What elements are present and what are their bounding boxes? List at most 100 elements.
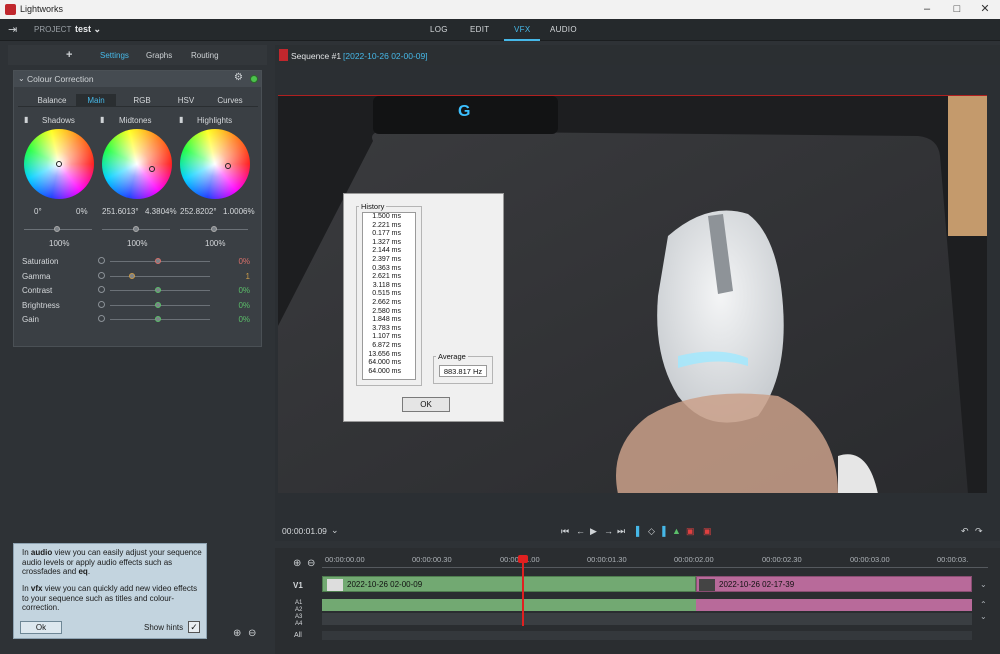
ruler-tick: 00:00:03.00	[850, 555, 890, 564]
subtab-hsv[interactable]: HSV	[168, 94, 204, 107]
timeline-ruler[interactable]: 00:00:00.00 00:00:00.30 00:00:01.00 00:0…	[322, 552, 988, 568]
video-clip[interactable]: 2022-10-26 02-17-39	[696, 576, 972, 592]
timecode-chevron-icon[interactable]: ⌄	[331, 525, 339, 536]
shadows-amount: 0%	[76, 207, 88, 216]
mark-clear-icon[interactable]: ◇	[648, 526, 655, 537]
ruler-tick: 00:00:00.30	[412, 555, 452, 564]
highlights-wheel-handle[interactable]	[225, 163, 231, 169]
track-label-a3: A3	[295, 614, 303, 620]
maximize-icon[interactable]: □	[942, 2, 972, 17]
audio-track-empty	[322, 613, 972, 625]
effect-enabled-toggle[interactable]	[250, 75, 258, 83]
viewer-header: Sequence #1 [2022-10-26 02-00-09]	[275, 45, 1000, 65]
shadows-level: 100%	[49, 239, 70, 248]
hint-vfx-text: In vfx view you can quickly add new vide…	[22, 584, 198, 612]
step-back-icon[interactable]: ←	[576, 526, 585, 536]
playhead[interactable]	[522, 555, 524, 626]
track-label-all[interactable]: All	[294, 632, 302, 639]
all-track-bar[interactable]	[322, 631, 972, 640]
tab-routing[interactable]: Routing	[191, 51, 219, 60]
mark-clip-icon[interactable]: ▲	[672, 526, 681, 536]
subtab-curves[interactable]: Curves	[210, 94, 250, 107]
add-effect-button[interactable]: +	[66, 49, 72, 61]
go-to-start-icon[interactable]: ⏮	[561, 526, 569, 537]
replace-icon[interactable]: ▣	[703, 526, 712, 537]
wheel-label-midtones: Midtones	[119, 116, 152, 125]
clip-label: 2022-10-26 02-00-09	[347, 580, 423, 589]
history-list[interactable]: 1.500 ms 2.221 ms 0.177 ms 1.327 ms 2.144 ms…	[362, 212, 416, 380]
audio-track-labels[interactable]: A1 A2 A3 A4	[295, 600, 302, 628]
mark-out-icon[interactable]: ▐	[659, 526, 665, 536]
tab-settings[interactable]: Settings	[100, 51, 129, 60]
ruler-tick: 00:00:02.00	[674, 555, 714, 564]
audio-clip[interactable]	[322, 599, 696, 611]
timeline-zoom-out-icon[interactable]: ⊖	[307, 558, 315, 569]
param-label-brightness: Brightness	[22, 301, 60, 310]
midtones-color-wheel[interactable]	[102, 129, 172, 199]
reset-icon[interactable]	[98, 286, 105, 293]
go-to-end-icon[interactable]: ⏭	[617, 526, 625, 537]
playhead-handle[interactable]	[518, 555, 528, 563]
reset-icon[interactable]	[98, 257, 105, 264]
midtones-wheel-handle[interactable]	[149, 166, 155, 172]
step-forward-icon[interactable]: →	[604, 526, 613, 536]
undo-icon[interactable]: ↶	[961, 526, 969, 537]
subtab-main[interactable]: Main	[76, 94, 116, 107]
minimize-icon[interactable]: –	[912, 2, 942, 17]
current-timecode[interactable]: 00:00:01.09	[282, 526, 327, 536]
shadows-level-slider[interactable]	[54, 226, 60, 232]
shadows-color-wheel[interactable]	[24, 129, 94, 199]
track-label-v1[interactable]: V1	[293, 581, 303, 590]
midtones-level: 100%	[127, 239, 148, 248]
subtab-rgb[interactable]: RGB	[124, 94, 160, 107]
midtones-level-slider[interactable]	[133, 226, 139, 232]
tab-vfx[interactable]: VFX	[514, 25, 530, 34]
contrast-slider[interactable]	[155, 287, 161, 293]
param-label-gain: Gain	[22, 315, 39, 324]
clip-thumbnail-icon	[699, 579, 715, 591]
reset-icon[interactable]	[98, 272, 105, 279]
gain-slider[interactable]	[155, 316, 161, 322]
highlights-level-slider[interactable]	[211, 226, 217, 232]
close-icon[interactable]: ✕	[970, 2, 1000, 17]
tab-audio[interactable]: AUDIO	[550, 25, 577, 34]
zoom-out-icon[interactable]: ⊖	[248, 628, 256, 639]
mark-in-icon[interactable]: ▌	[636, 526, 642, 536]
insert-icon[interactable]: ▣	[686, 526, 695, 537]
play-icon[interactable]: ▶	[590, 526, 597, 537]
subtab-balance[interactable]: Balance	[32, 94, 72, 107]
redo-icon[interactable]: ↷	[975, 526, 983, 537]
tab-log[interactable]: LOG	[430, 25, 448, 34]
gamma-slider[interactable]	[129, 273, 135, 279]
history-label: History	[359, 202, 387, 211]
brightness-slider[interactable]	[155, 302, 161, 308]
hint-ok-button[interactable]: Ok	[20, 621, 62, 634]
history-entry: 1.327 ms	[372, 238, 401, 246]
highlights-color-wheel[interactable]	[180, 129, 250, 199]
audio-clip[interactable]	[696, 599, 972, 611]
highlights-angle: 252.8202°	[180, 207, 217, 216]
gear-icon[interactable]: ⚙	[234, 72, 243, 83]
collapse-chevron-icon[interactable]: ⌄	[18, 74, 25, 83]
reset-icon[interactable]	[98, 301, 105, 308]
dialog-ok-button[interactable]: OK	[402, 397, 450, 412]
active-tab-indicator	[504, 39, 540, 41]
effect-header[interactable]: ⌄ Colour Correction ⚙	[14, 71, 261, 87]
history-entry: 2.144 ms	[372, 247, 401, 255]
exit-icon[interactable]: ⇥	[8, 23, 17, 36]
project-name-dropdown[interactable]: test ⌄	[75, 24, 101, 35]
track-scroll-up-icon[interactable]: ⌃	[980, 600, 987, 609]
saturation-slider[interactable]	[155, 258, 161, 264]
tab-graphs[interactable]: Graphs	[146, 51, 172, 60]
timeline-zoom-in-icon[interactable]: ⊕	[293, 558, 301, 569]
video-clip[interactable]: 2022-10-26 02-00-09	[322, 576, 696, 592]
shadows-wheel-handle[interactable]	[56, 161, 62, 167]
gamma-value: 1	[245, 272, 250, 281]
reset-icon[interactable]	[98, 315, 105, 322]
show-hints-checkbox[interactable]: ✓	[188, 621, 200, 633]
tab-edit[interactable]: EDIT	[470, 25, 489, 34]
track-scroll-down-icon[interactable]: ⌄	[980, 612, 987, 621]
track-scroll-down-icon[interactable]: ⌄	[980, 580, 987, 589]
zoom-in-icon[interactable]: ⊕	[233, 628, 241, 639]
history-entry: 13.656 ms	[368, 350, 401, 358]
